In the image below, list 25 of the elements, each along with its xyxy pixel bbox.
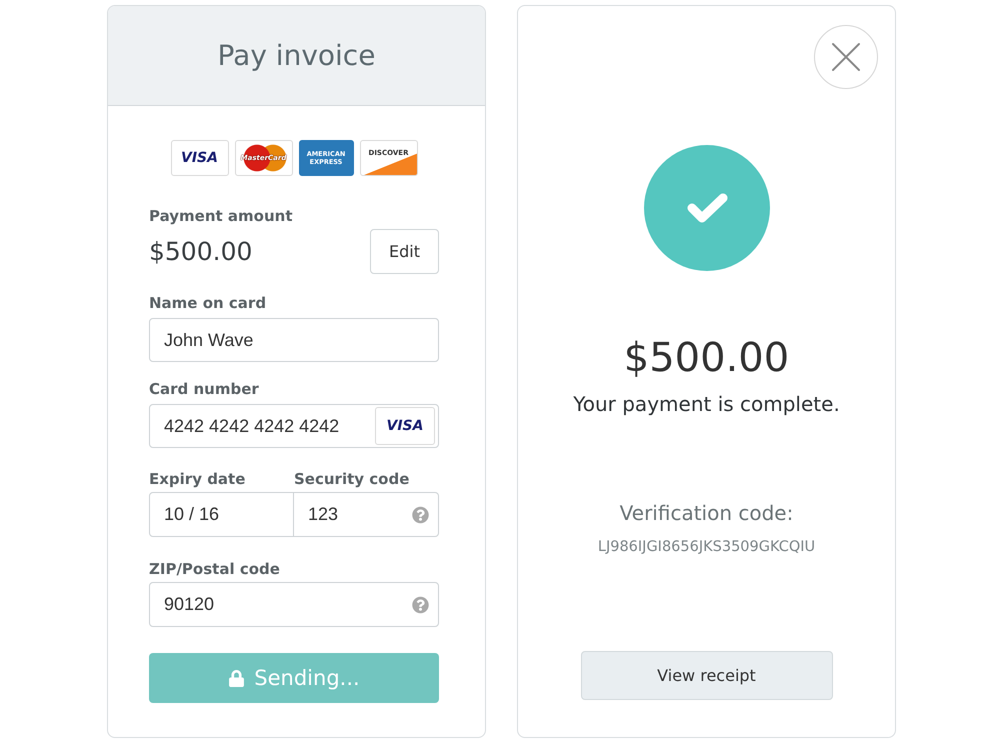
visa-logo: VISA (170, 140, 228, 176)
field-label: Card number (149, 379, 260, 399)
visa-badge: VISA (375, 407, 435, 445)
check-icon (644, 145, 770, 271)
verification-code: LJ986IJGI8656JKS3509GKCQIU (598, 538, 816, 557)
expiry-date-input[interactable]: 10 / 16 (149, 492, 294, 537)
field-label: ZIP/Postal code (149, 559, 281, 579)
help-icon[interactable] (412, 596, 429, 613)
edit-button[interactable]: Edit (370, 229, 439, 274)
amount-value: $500.00 (149, 237, 252, 266)
form-title: Pay invoice (218, 39, 376, 72)
name-input[interactable]: John Wave (149, 318, 439, 362)
verification-label: Verification code: (620, 500, 794, 527)
field-label: Name on card (149, 293, 268, 313)
field-label: Expiry date (149, 469, 246, 489)
paid-amount: $500.00 (624, 334, 790, 383)
success-message: Your payment is complete. (573, 391, 840, 418)
view-receipt-button[interactable]: View receipt (580, 651, 832, 700)
lock-icon (228, 670, 246, 686)
field-label: Payment amount (149, 206, 294, 226)
field-label: Security code (294, 469, 410, 489)
zip-code-input[interactable]: 90120 (149, 582, 439, 627)
security-code-input[interactable]: 123 (294, 492, 439, 537)
help-icon[interactable] (412, 506, 429, 523)
close-icon (831, 42, 861, 72)
